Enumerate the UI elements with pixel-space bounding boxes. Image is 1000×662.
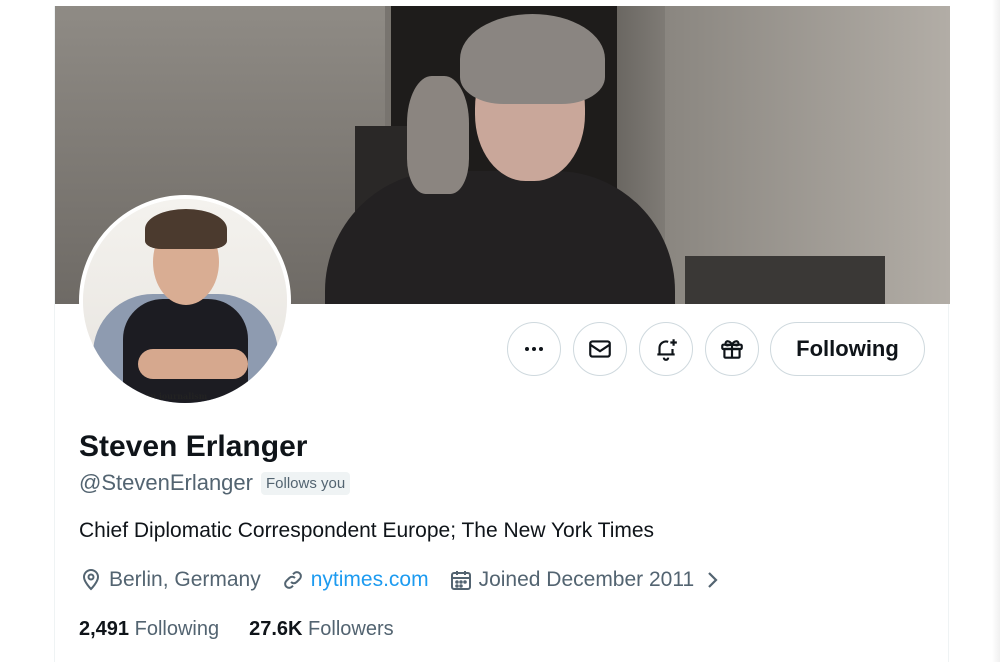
location-text: Berlin, Germany bbox=[109, 568, 261, 591]
gift-icon bbox=[721, 340, 743, 359]
profile-name: Steven Erlanger bbox=[79, 430, 308, 463]
location-item: Berlin, Germany bbox=[79, 568, 261, 592]
banner-shelf bbox=[685, 256, 885, 304]
joined-text: Joined December 2011 bbox=[478, 568, 695, 591]
followers-count: 27.6K bbox=[249, 618, 303, 640]
following-count: 2,491 bbox=[79, 618, 130, 640]
profile-meta-row: Berlin, Germany nytimes.com Joined Decem… bbox=[79, 568, 744, 592]
message-button[interactable] bbox=[573, 322, 627, 376]
notify-button[interactable] bbox=[639, 322, 693, 376]
profile-handle: @StevenErlanger bbox=[79, 470, 253, 495]
envelope-icon bbox=[589, 340, 611, 358]
profile-bio: Chief Diplomatic Correspondent Europe; T… bbox=[79, 519, 655, 542]
followers-label: Followers bbox=[308, 618, 394, 640]
following-stat[interactable]: 2,491 Following bbox=[79, 618, 219, 641]
avatar-caption: on journalism bbox=[145, 391, 208, 401]
profile-avatar[interactable]: on journalism bbox=[79, 195, 291, 407]
followers-stat[interactable]: 27.6K Followers bbox=[249, 618, 394, 641]
avatar-hands bbox=[138, 349, 248, 379]
handle-row: @StevenErlanger Follows you bbox=[79, 470, 351, 496]
profile-card: on journalism Following Steven Erlanger … bbox=[54, 6, 950, 662]
website-item[interactable]: nytimes.com bbox=[281, 568, 429, 592]
location-pin-icon bbox=[82, 569, 100, 591]
more-icon bbox=[525, 347, 543, 351]
chevron-right-icon bbox=[708, 572, 718, 588]
more-button[interactable] bbox=[507, 322, 561, 376]
profile-stats-row: 2,491 Following 27.6K Followers bbox=[79, 618, 424, 641]
banner-person-hair bbox=[460, 14, 605, 104]
following-button[interactable]: Following bbox=[770, 322, 925, 376]
link-icon bbox=[283, 571, 302, 589]
joined-item[interactable]: Joined December 2011 bbox=[449, 568, 725, 592]
bell-plus-icon bbox=[657, 339, 677, 361]
gift-button[interactable] bbox=[705, 322, 759, 376]
banner-person-body bbox=[325, 171, 675, 304]
right-edge-panel bbox=[992, 0, 1000, 662]
follows-you-badge: Follows you bbox=[260, 471, 351, 495]
website-link[interactable]: nytimes.com bbox=[311, 568, 429, 592]
banner-cat bbox=[407, 76, 469, 194]
following-label: Following bbox=[134, 618, 220, 640]
avatar-hair bbox=[145, 209, 227, 249]
calendar-icon bbox=[450, 571, 471, 590]
